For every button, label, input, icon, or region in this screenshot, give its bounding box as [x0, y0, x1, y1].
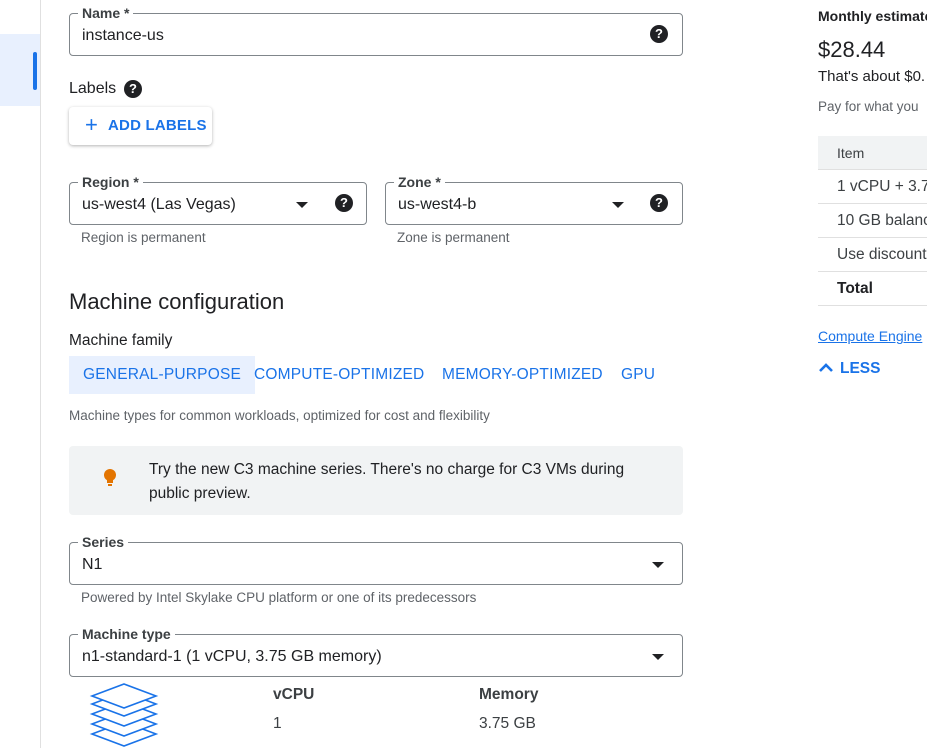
pay-for-what-you-use-text: Pay for what you: [818, 99, 919, 114]
machine-family-label: Machine family: [69, 332, 173, 349]
estimate-table-header: Item: [818, 136, 927, 170]
left-nav: [0, 0, 41, 748]
machine-config-title: Machine configuration: [69, 289, 285, 314]
name-field-label: Name *: [78, 4, 134, 22]
help-icon[interactable]: ?: [650, 25, 668, 43]
chevron-down-icon[interactable]: [652, 562, 664, 568]
tab-memory-optimized[interactable]: MEMORY-OPTIMIZED: [442, 356, 603, 394]
monthly-estimate-price: $28.44: [818, 37, 886, 62]
machine-type-select[interactable]: Machine type n1-standard-1 (1 vCPU, 3.75…: [69, 625, 683, 677]
name-field[interactable]: Name * instance-us ?: [69, 4, 683, 56]
monthly-estimate-title: Monthly estimate: [818, 8, 927, 24]
table-row: 10 GB balanc: [818, 204, 927, 238]
region-help-icon[interactable]: ?: [335, 194, 353, 212]
zone-value: us-west4-b: [398, 196, 477, 213]
chevron-down-icon[interactable]: [652, 654, 664, 660]
series-select[interactable]: Series N1: [69, 533, 683, 585]
stack-icon: [88, 682, 160, 753]
left-nav-selection-indicator: [33, 52, 37, 90]
zone-hint: Zone is permanent: [397, 230, 510, 245]
table-row: 1 vCPU + 3.75: [818, 170, 927, 204]
machine-type-value: n1-standard-1 (1 vCPU, 3.75 GB memory): [82, 648, 382, 665]
add-labels-label: ADD LABELS: [108, 117, 207, 134]
vcpu-label: vCPU: [273, 686, 315, 703]
vcpu-value: 1: [273, 715, 282, 732]
labels-heading: Labels: [69, 80, 116, 98]
table-row: Use discount: [818, 238, 927, 272]
zone-select[interactable]: Zone * us-west4-b ?: [385, 173, 683, 225]
series-label: Series: [78, 533, 129, 551]
series-hint: Powered by Intel Skylake CPU platform or…: [81, 590, 477, 605]
machine-type-label: Machine type: [78, 625, 175, 643]
chevron-up-icon: [818, 360, 834, 378]
chevron-down-icon[interactable]: [612, 202, 624, 208]
region-value: us-west4 (Las Vegas): [82, 196, 236, 213]
machine-family-hint: Machine types for common workloads, opti…: [69, 408, 490, 423]
labels-help-icon[interactable]: ?: [124, 80, 142, 98]
estimate-table: Item 1 vCPU + 3.75 10 GB balanc Use disc…: [818, 136, 927, 306]
tab-general-purpose[interactable]: GENERAL-PURPOSE: [69, 356, 256, 394]
hourly-estimate-text: That's about $0.: [818, 68, 926, 85]
add-labels-button[interactable]: + ADD LABELS: [69, 107, 212, 145]
c3-notice: Try the new C3 machine series. There's n…: [69, 446, 683, 515]
c3-notice-text: Try the new C3 machine series. There's n…: [149, 461, 625, 502]
labels-heading-text: Labels: [69, 80, 117, 97]
compute-engine-pricing-link[interactable]: Compute Engine: [818, 328, 922, 344]
name-input[interactable]: instance-us: [82, 26, 164, 46]
plus-icon: +: [85, 112, 98, 137]
tab-gpu[interactable]: GPU: [621, 356, 655, 394]
region-select[interactable]: Region * us-west4 (Las Vegas) ?: [69, 173, 367, 225]
tab-compute-optimized[interactable]: COMPUTE-OPTIMIZED: [254, 356, 424, 394]
region-hint: Region is permanent: [81, 230, 206, 245]
memory-label: Memory: [479, 686, 539, 703]
less-button[interactable]: LESS: [818, 360, 880, 378]
table-row-total: Total: [818, 272, 927, 306]
memory-value: 3.75 GB: [479, 715, 536, 732]
region-label: Region *: [78, 173, 143, 191]
zone-label: Zone *: [394, 173, 445, 191]
zone-help-icon[interactable]: ?: [650, 194, 668, 212]
lightbulb-icon: [103, 468, 117, 493]
less-label: LESS: [840, 360, 881, 377]
chevron-down-icon[interactable]: [296, 202, 308, 208]
series-value: N1: [82, 556, 103, 573]
